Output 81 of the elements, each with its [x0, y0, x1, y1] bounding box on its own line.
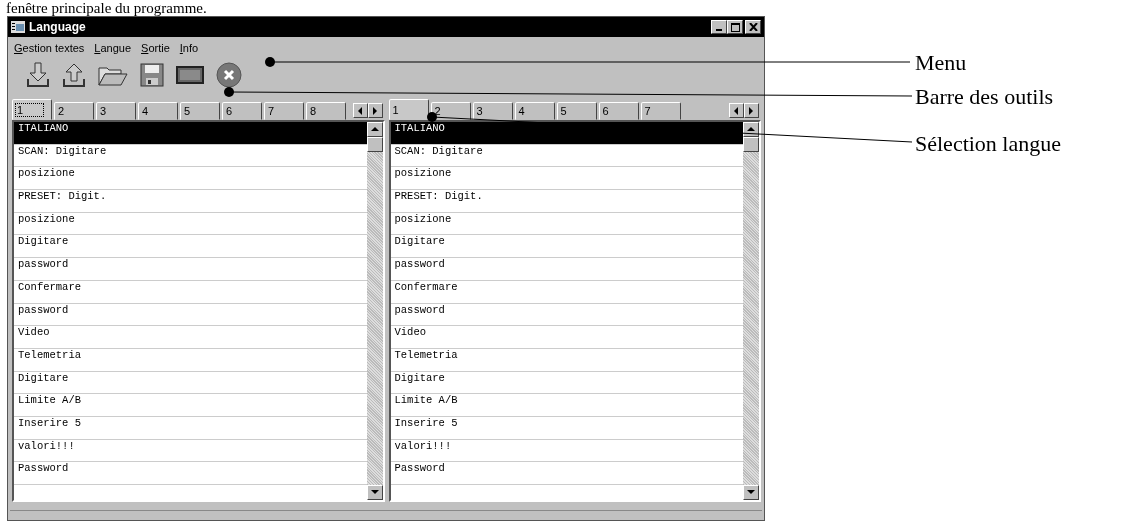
tab[interactable]: 3	[472, 102, 513, 120]
list-row[interactable]: PRESET: Digit.	[14, 190, 367, 213]
folder-icon[interactable]	[98, 64, 128, 86]
list-row[interactable]: posizione	[14, 167, 367, 191]
list-row[interactable]: Confermare	[14, 280, 367, 304]
list-row[interactable]: Confermare	[390, 280, 743, 304]
list-row[interactable]: valori!!!	[14, 439, 367, 463]
menu-item[interactable]: Info	[179, 42, 199, 54]
caption-text: fenêtre principale du programme.	[5, 0, 208, 16]
tab[interactable]: 4	[514, 102, 555, 120]
scrollbar-thumb[interactable]	[743, 137, 759, 152]
tab[interactable]: 1	[388, 99, 429, 120]
up-triangle-icon[interactable]	[370, 127, 379, 132]
close-button[interactable]	[745, 20, 761, 34]
rectangle-icon[interactable]	[176, 66, 204, 84]
scroll-left-button[interactable]	[352, 103, 368, 118]
annotation-label: Barre des outils	[915, 84, 1054, 110]
list-row[interactable]: posizione	[390, 167, 743, 191]
left-triangle-icon	[734, 106, 739, 115]
list-row[interactable]: Video	[390, 326, 743, 349]
list-row[interactable]: posizione	[14, 212, 367, 236]
tab[interactable]: 6	[222, 102, 262, 120]
minimize-button[interactable]	[711, 20, 727, 34]
app-icon	[11, 21, 25, 33]
list-row[interactable]: password	[14, 303, 367, 327]
list-row[interactable]: ITALIANO	[14, 122, 367, 145]
list-row[interactable]: valori!!!	[390, 439, 743, 463]
down-triangle-icon[interactable]	[747, 490, 755, 495]
tab[interactable]: 6	[598, 102, 639, 120]
list-row[interactable]: password	[390, 303, 743, 327]
list-row[interactable]: Inserire 5	[14, 416, 367, 440]
scroll-left-button[interactable]	[729, 103, 744, 118]
tab[interactable]: 5	[556, 102, 597, 120]
tab[interactable]: 8	[306, 102, 346, 120]
list-row[interactable]: Telemetria	[14, 348, 367, 372]
upload-arrow-icon[interactable]	[62, 62, 86, 88]
menu-item[interactable]: Gestion textes	[14, 42, 85, 54]
annotation-label: Menu	[915, 50, 967, 76]
scroll-right-button[interactable]	[744, 103, 759, 118]
close-circle-icon[interactable]	[216, 62, 242, 88]
tab[interactable]: 3	[96, 102, 136, 120]
scrollbar-thumb[interactable]	[366, 137, 383, 152]
list-row[interactable]: Video	[14, 326, 367, 349]
list-row[interactable]: Password	[390, 462, 743, 485]
list-row[interactable]: PRESET: Digit.	[390, 190, 743, 213]
maximize-button[interactable]	[727, 20, 743, 34]
list-row[interactable]: Digitare	[390, 235, 743, 259]
list-row[interactable]: Limite A/B	[390, 394, 743, 417]
list-row[interactable]: Digitare	[390, 371, 743, 395]
list-row[interactable]: Digitare	[14, 371, 367, 395]
list-row[interactable]: Digitare	[14, 235, 367, 259]
list-row[interactable]: Inserire 5	[390, 416, 743, 440]
list-row[interactable]: ITALIANO	[390, 122, 743, 145]
close-icon	[748, 23, 758, 31]
tab[interactable]: 5	[180, 102, 220, 120]
list-row[interactable]: Telemetria	[390, 348, 743, 372]
scrollbar[interactable]	[366, 122, 383, 500]
up-triangle-icon[interactable]	[747, 127, 755, 132]
window-title: Language	[29, 20, 86, 34]
tab[interactable]: 7	[640, 102, 681, 120]
list-row[interactable]: posizione	[390, 212, 743, 236]
tab[interactable]: 1	[12, 99, 52, 120]
download-arrow-icon[interactable]	[26, 62, 50, 88]
list-row[interactable]: Password	[14, 462, 367, 485]
list-row[interactable]: SCAN: Digitare	[390, 144, 743, 168]
maximize-icon	[730, 22, 740, 32]
tab[interactable]: 2	[54, 102, 94, 120]
right-triangle-icon	[372, 106, 378, 115]
scrollbar[interactable]	[743, 122, 759, 500]
list-row[interactable]: SCAN: Digitare	[14, 144, 367, 168]
down-triangle-icon[interactable]	[370, 490, 379, 495]
tab[interactable]: 7	[264, 102, 304, 120]
list-row[interactable]: Limite A/B	[14, 394, 367, 417]
tab[interactable]: 4	[138, 102, 178, 120]
menu-item[interactable]: Sortie	[141, 42, 170, 54]
left-triangle-icon	[357, 106, 363, 115]
annotation-label: Sélection langue	[915, 131, 1061, 157]
menu-item[interactable]: Langue	[94, 42, 132, 54]
right-triangle-icon	[749, 106, 754, 115]
list-row[interactable]: password	[390, 258, 743, 281]
list-row[interactable]: password	[14, 258, 367, 281]
